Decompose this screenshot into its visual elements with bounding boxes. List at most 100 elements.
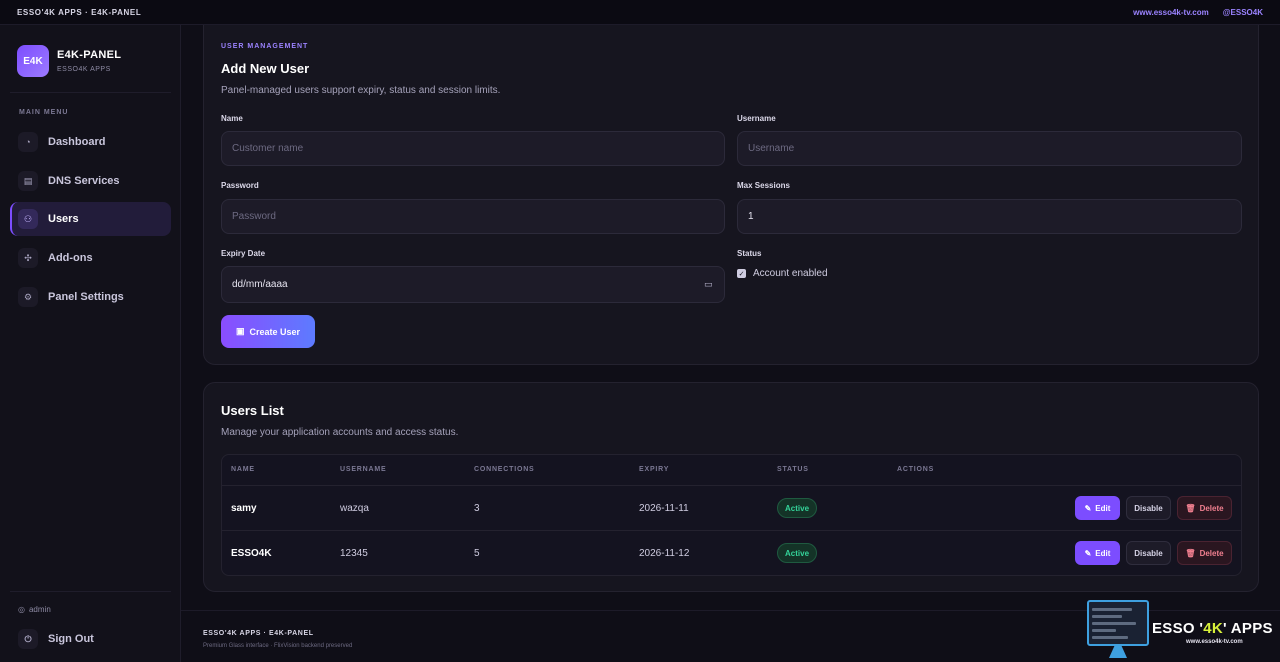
current-user: ◎ admin [18,605,51,614]
sign-out-label: Sign Out [48,633,94,645]
footer-brand: ESSO'4K APPS · E4K-PANEL [203,630,314,637]
edit-label: Edit [1095,548,1111,558]
add-user-card: USER MANAGEMENT Add New User Panel-manag… [203,25,1259,365]
disable-label: Disable [1134,548,1163,558]
sidebar-item-label: Panel Settings [48,291,124,303]
users-icon: ⚇ [18,209,38,229]
add-user-title: Add New User [221,61,310,76]
status-label: Status [737,249,762,258]
app-title: E4K-PANEL [57,49,122,61]
status-badge: Active [777,543,818,563]
column-header: STATUS [777,466,809,473]
site-link[interactable]: www.esso4k-tv.com [1133,8,1209,17]
delete-button[interactable]: 🗑 Delete [1177,541,1232,565]
save-icon: ▣ [235,326,245,336]
table-row: ESSO4K 12345 5 2026-11-12 Active ✎ Edit … [222,531,1241,575]
create-user-label: Create User [249,326,301,337]
user-expiry: 2026-11-12 [639,548,690,559]
users-list-card: Users List Manage your application accou… [203,382,1259,592]
delete-label: Delete [1199,548,1224,558]
divider [10,591,171,592]
watermark-url: www.esso4k-tv.com [1186,639,1243,645]
max-sessions-field[interactable] [737,199,1242,234]
monitor-icon [1087,600,1149,646]
user-expiry: 2026-11-11 [639,503,689,514]
main-content: USER MANAGEMENT Add New User Panel-manag… [181,25,1280,662]
password-field[interactable] [221,199,725,234]
brand-watermark: ESSO '4K' APPS www.esso4k-tv.com [1085,598,1280,662]
puzzle-icon: ✣ [18,248,38,268]
user-connections: 3 [474,503,480,514]
top-bar: ESSO'4K APPS · E4K-PANEL www.esso4k-tv.c… [0,0,1280,25]
trash-icon: 🗑 [1185,503,1196,513]
admin-label: admin [28,605,51,614]
logo: E4K [17,45,49,77]
username-field[interactable] [737,131,1242,166]
expiry-label: Expiry Date [221,249,266,258]
edit-button[interactable]: ✎ Edit [1075,541,1120,565]
users-table: NAME USERNAME CONNECTIONS EXPIRY STATUS … [221,454,1242,576]
sidebar-item-label: DNS Services [48,175,120,187]
create-user-button[interactable]: ▣ Create User [221,315,315,348]
app-subtitle: ESSO4K APPS [57,66,111,73]
username-label: Username [737,114,776,123]
server-icon: ▤ [18,171,38,191]
user-icon: ◎ [18,605,25,614]
column-header: CONNECTIONS [474,466,535,473]
table-header: NAME USERNAME CONNECTIONS EXPIRY STATUS … [222,455,1241,486]
edit-label: Edit [1095,503,1111,513]
users-list-title: Users List [221,403,284,418]
sign-out-button[interactable]: ⏻ Sign Out [10,622,171,656]
sidebar-item-label: Add-ons [48,252,93,264]
account-enabled-toggle[interactable]: ✓ Account enabled [737,268,828,279]
gear-icon: ⚙ [18,287,38,307]
user-username: 12345 [340,548,368,559]
user-username: wazqa [340,503,369,514]
max-sessions-label: Max Sessions [737,181,790,190]
sidebar: E4K E4K-PANEL ESSO4K APPS MAIN MENU ◔ Da… [0,25,181,662]
delete-button[interactable]: 🗑 Delete [1177,496,1232,520]
topbar-links: www.esso4k-tv.com @ESSO4K [1133,8,1263,17]
name-field[interactable] [221,131,725,166]
status-badge: Active [777,498,818,518]
trash-icon: 🗑 [1185,548,1196,558]
table-row: samy wazqa 3 2026-11-11 Active ✎ Edit Di… [222,486,1241,531]
handle-link[interactable]: @ESSO4K [1223,8,1263,17]
disable-button[interactable]: Disable [1126,496,1171,520]
delete-label: Delete [1199,503,1224,513]
name-label: Name [221,114,243,123]
disable-label: Disable [1134,503,1163,513]
monitor-stand [1109,646,1127,658]
account-enabled-label: Account enabled [753,268,828,279]
edit-button[interactable]: ✎ Edit [1075,496,1120,520]
password-label: Password [221,181,259,190]
section-eyebrow: USER MANAGEMENT [221,43,309,50]
column-header: NAME [231,466,255,473]
logout-icon: ⏻ [18,629,38,649]
edit-icon: ✎ [1084,548,1092,558]
sidebar-item-panel-settings[interactable]: ⚙ Panel Settings [10,280,171,314]
sidebar-item-add-ons[interactable]: ✣ Add-ons [10,241,171,275]
watermark-brand: ESSO '4K' APPS [1152,620,1273,637]
gauge-icon: ◔ [18,132,38,152]
edit-icon: ✎ [1084,503,1092,513]
user-name: ESSO4K [231,548,272,559]
disable-button[interactable]: Disable [1126,541,1171,565]
sidebar-item-dashboard[interactable]: ◔ Dashboard [10,125,171,159]
menu-label: MAIN MENU [19,109,69,116]
user-connections: 5 [474,548,480,559]
expiry-date-field[interactable] [221,266,725,303]
sidebar-item-dns-services[interactable]: ▤ DNS Services [10,164,171,198]
user-name: samy [231,503,257,514]
sidebar-item-users[interactable]: ⚇ Users [10,202,171,236]
users-list-subtitle: Manage your application accounts and acc… [221,427,459,438]
sidebar-item-label: Users [48,213,79,225]
column-header: USERNAME [340,466,387,473]
column-header: ACTIONS [897,466,935,473]
add-user-subtitle: Panel-managed users support expiry, stat… [221,85,501,96]
checkbox-checked-icon[interactable]: ✓ [737,269,746,278]
calendar-icon[interactable]: ▭ [704,279,713,290]
divider [10,92,171,93]
column-header: EXPIRY [639,466,670,473]
footer-note: Premium Glass interface · FlixVision bac… [203,643,353,649]
